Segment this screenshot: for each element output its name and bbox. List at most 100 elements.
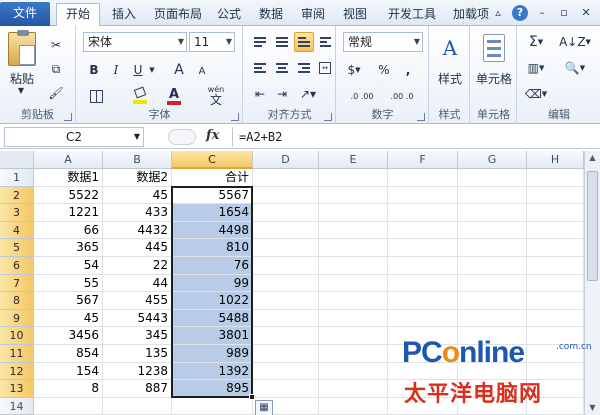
help-icon[interactable]: ? [512, 5, 528, 21]
cell[interactable] [388, 169, 458, 187]
cells-button[interactable]: 单元格 [471, 70, 517, 87]
cell[interactable] [319, 257, 388, 275]
cell[interactable] [319, 274, 388, 293]
row-header[interactable]: 8 [0, 292, 34, 310]
cell[interactable] [458, 169, 527, 187]
cell[interactable]: 3456 [34, 327, 103, 345]
auto-fill-options-icon[interactable]: ▦ [255, 399, 273, 415]
cell[interactable] [172, 397, 253, 415]
cell[interactable]: 55 [34, 274, 103, 293]
cell[interactable] [319, 169, 388, 187]
row-header[interactable]: 13 [0, 380, 34, 398]
cell[interactable]: 445 [103, 239, 172, 257]
cell[interactable]: 1654 [172, 204, 253, 222]
cell[interactable]: 5522 [34, 186, 103, 205]
number-launcher-icon[interactable] [417, 113, 425, 121]
row-header[interactable]: 14 [0, 397, 34, 415]
cell[interactable] [388, 257, 458, 275]
number-format-select[interactable]: 常规 ▼ [343, 32, 423, 52]
cell[interactable] [527, 169, 584, 187]
align-middle-icon[interactable] [272, 32, 292, 52]
cell[interactable] [458, 292, 527, 310]
align-bottom-icon[interactable] [294, 32, 314, 52]
autosum-button[interactable]: Σ ▼ [524, 32, 548, 52]
cell[interactable]: 45 [34, 309, 103, 328]
cell[interactable]: 5567 [172, 186, 253, 205]
paste-dropdown-icon[interactable]: ▼ [14, 86, 28, 95]
cell[interactable] [253, 239, 319, 257]
cell[interactable] [253, 169, 319, 187]
alignment-launcher-icon[interactable] [324, 113, 332, 121]
cell[interactable] [458, 239, 527, 257]
cell[interactable]: 5443 [103, 309, 172, 328]
cell[interactable] [253, 221, 319, 240]
cell[interactable]: 数据2 [103, 169, 172, 187]
cell[interactable]: 135 [103, 345, 172, 363]
row-header[interactable]: 9 [0, 309, 34, 328]
cell[interactable] [319, 204, 388, 222]
cell[interactable]: 365 [34, 239, 103, 257]
tab-file[interactable]: 文件 [0, 2, 50, 26]
column-header-e[interactable]: E [319, 151, 388, 169]
cell[interactable]: 4432 [103, 221, 172, 240]
tab-data[interactable]: 数据 [252, 4, 290, 26]
shrink-font-button[interactable]: A [193, 62, 211, 80]
cell[interactable] [253, 292, 319, 310]
cell[interactable] [388, 292, 458, 310]
orientation-icon[interactable]: ↗▾ [294, 84, 322, 104]
row-header[interactable]: 1 [0, 169, 34, 187]
cell[interactable] [253, 345, 319, 363]
cell[interactable]: 99 [172, 274, 253, 293]
cell[interactable] [458, 204, 527, 222]
cell[interactable] [319, 309, 388, 328]
cell[interactable] [253, 380, 319, 398]
row-header[interactable]: 12 [0, 362, 34, 381]
clear-icon[interactable]: ⌫ ▼ [524, 84, 548, 104]
row-header[interactable]: 10 [0, 327, 34, 345]
cell[interactable] [527, 204, 584, 222]
cell[interactable] [527, 239, 584, 257]
cell[interactable] [388, 274, 458, 293]
cell[interactable]: 1238 [103, 362, 172, 381]
cell[interactable] [319, 397, 388, 415]
row-header[interactable]: 11 [0, 345, 34, 363]
tab-addins[interactable]: 加载项 [446, 4, 496, 26]
cell[interactable] [253, 362, 319, 381]
merge-center-icon[interactable]: ↔ [316, 58, 334, 78]
cell[interactable] [458, 309, 527, 328]
cell[interactable] [527, 274, 584, 293]
cell[interactable] [319, 345, 388, 363]
cell[interactable]: 4498 [172, 221, 253, 240]
currency-button[interactable]: $ ▼ [343, 60, 365, 80]
paste-button[interactable]: 粘贴 [4, 70, 40, 87]
window-close-icon[interactable]: ✕ [578, 5, 594, 21]
cell[interactable] [319, 186, 388, 205]
percent-button[interactable]: % [375, 60, 393, 80]
cell[interactable]: 76 [172, 257, 253, 275]
insert-function-icon[interactable]: fx [206, 128, 219, 143]
styles-icon[interactable]: A [438, 34, 462, 62]
tab-developer[interactable]: 开发工具 [380, 4, 444, 26]
cell[interactable] [253, 204, 319, 222]
paste-icon[interactable] [8, 30, 36, 66]
cell[interactable] [458, 257, 527, 275]
tab-page-layout[interactable]: 页面布局 [148, 4, 208, 26]
cell[interactable]: 1221 [34, 204, 103, 222]
row-header[interactable]: 5 [0, 239, 34, 257]
cell[interactable]: 895 [172, 380, 253, 398]
cell[interactable] [253, 257, 319, 275]
cell[interactable] [319, 362, 388, 381]
fill-icon[interactable]: ▥ ▼ [524, 58, 548, 78]
tab-view[interactable]: 视图 [336, 4, 374, 26]
borders-icon[interactable] [85, 86, 107, 106]
cell[interactable]: 45 [103, 186, 172, 205]
decrease-indent-icon[interactable]: ⇤ [250, 84, 270, 104]
cell[interactable] [527, 292, 584, 310]
cell[interactable] [388, 309, 458, 328]
comma-style-button[interactable]: , [399, 60, 417, 80]
cell[interactable]: 154 [34, 362, 103, 381]
cell[interactable]: 8 [34, 380, 103, 398]
cell[interactable] [253, 327, 319, 345]
tab-home[interactable]: 开始 [56, 3, 100, 26]
window-minimize-icon[interactable]: – [534, 5, 550, 21]
